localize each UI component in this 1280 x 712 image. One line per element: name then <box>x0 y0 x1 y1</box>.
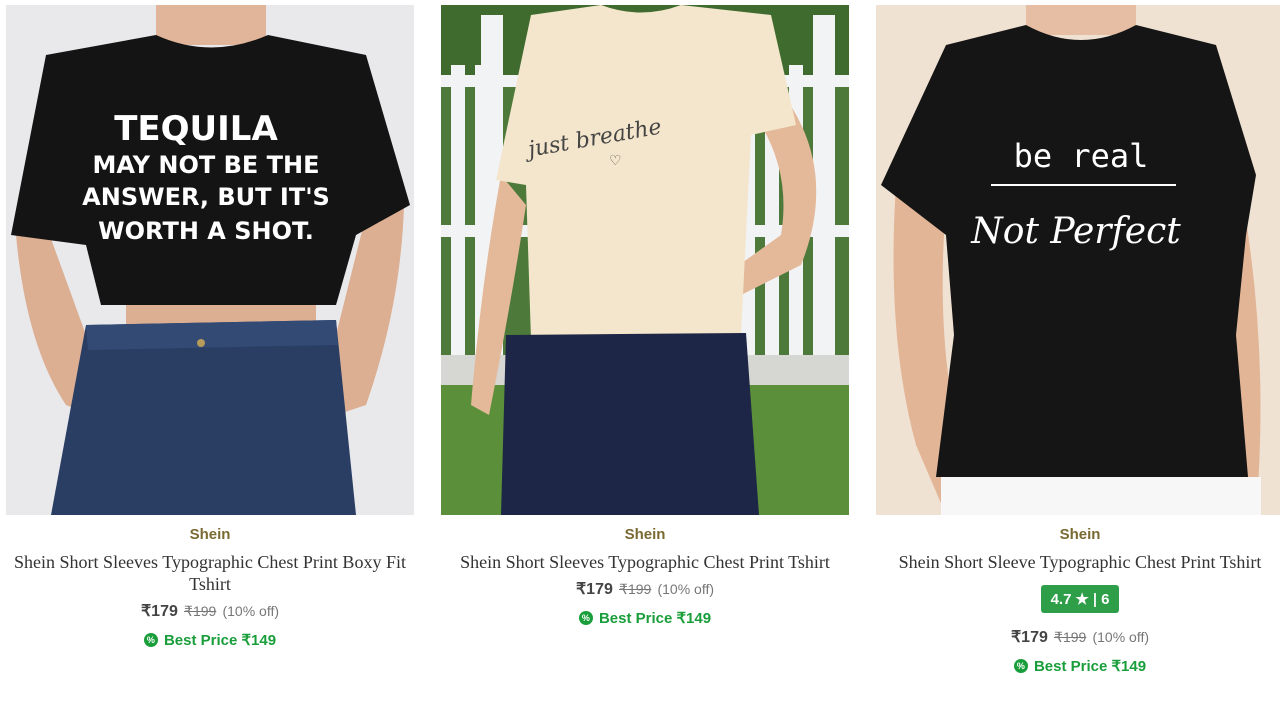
price-row: ₹179 ₹199 (10% off) <box>876 627 1280 647</box>
product-title[interactable]: Shein Short Sleeve Typographic Chest Pri… <box>882 551 1278 573</box>
star-icon: ★ <box>1075 591 1089 608</box>
price-row: ₹179 ₹199 (10% off) <box>6 601 414 621</box>
percent-badge-icon: % <box>1013 659 1028 673</box>
shirt-print-text: be real <box>1014 137 1149 175</box>
price-row: ₹179 ₹199 (10% off) <box>441 579 849 599</box>
rating-badge[interactable]: 4.7 ★ | 6 <box>1040 585 1120 613</box>
product-discount: (10% off) <box>222 603 280 619</box>
shirt-print-text: ANSWER, BUT IT'S <box>82 183 330 211</box>
product-card[interactable]: just breathe ♡ Shein Shein Short Sleeves… <box>441 0 849 627</box>
product-brand[interactable]: Shein <box>876 526 1280 543</box>
product-discount: (10% off) <box>1092 629 1150 645</box>
product-mrp: ₹199 <box>619 581 652 597</box>
best-price-label: Best Price ₹149 <box>598 610 712 627</box>
product-brand[interactable]: Shein <box>6 526 414 543</box>
product-mrp: ₹199 <box>184 603 217 619</box>
percent-badge-icon: % <box>143 633 158 647</box>
shirt-print-text: Not Perfect <box>970 211 1181 252</box>
product-image[interactable]: TEQUILA MAY NOT BE THE ANSWER, BUT IT'S … <box>6 5 414 515</box>
rating-count: 6 <box>1101 590 1110 608</box>
product-card[interactable]: TEQUILA MAY NOT BE THE ANSWER, BUT IT'S … <box>6 0 414 649</box>
shirt-print-text: MAY NOT BE THE <box>92 151 319 179</box>
product-mrp: ₹199 <box>1054 629 1087 645</box>
best-price: % Best Price ₹149 <box>6 631 414 649</box>
svg-text:♡: ♡ <box>609 152 622 168</box>
product-brand[interactable]: Shein <box>441 526 849 543</box>
product-discount: (10% off) <box>657 581 715 597</box>
product-title[interactable]: Shein Short Sleeves Typographic Chest Pr… <box>447 551 843 573</box>
product-card[interactable]: be real Not Perfect Shein Shein Short Sl… <box>876 0 1280 675</box>
percent-badge-icon: % <box>578 611 593 625</box>
shirt-print-text: WORTH A SHOT. <box>98 217 314 245</box>
product-price: ₹179 <box>140 603 178 620</box>
best-price: % Best Price ₹149 <box>441 609 849 627</box>
product-image[interactable]: be real Not Perfect <box>876 5 1280 515</box>
best-price: % Best Price ₹149 <box>876 657 1280 675</box>
product-price: ₹179 <box>1010 629 1048 646</box>
product-grid: TEQUILA MAY NOT BE THE ANSWER, BUT IT'S … <box>0 0 1280 712</box>
best-price-label: Best Price ₹149 <box>163 632 277 649</box>
rating-separator: | <box>1092 590 1098 608</box>
product-title[interactable]: Shein Short Sleeves Typographic Chest Pr… <box>12 551 408 595</box>
rating-value: 4.7 <box>1050 590 1072 608</box>
shirt-print-text: TEQUILA <box>114 109 278 149</box>
best-price-label: Best Price ₹149 <box>1033 658 1147 675</box>
product-price: ₹179 <box>575 581 613 598</box>
product-image[interactable]: just breathe ♡ <box>441 5 849 515</box>
